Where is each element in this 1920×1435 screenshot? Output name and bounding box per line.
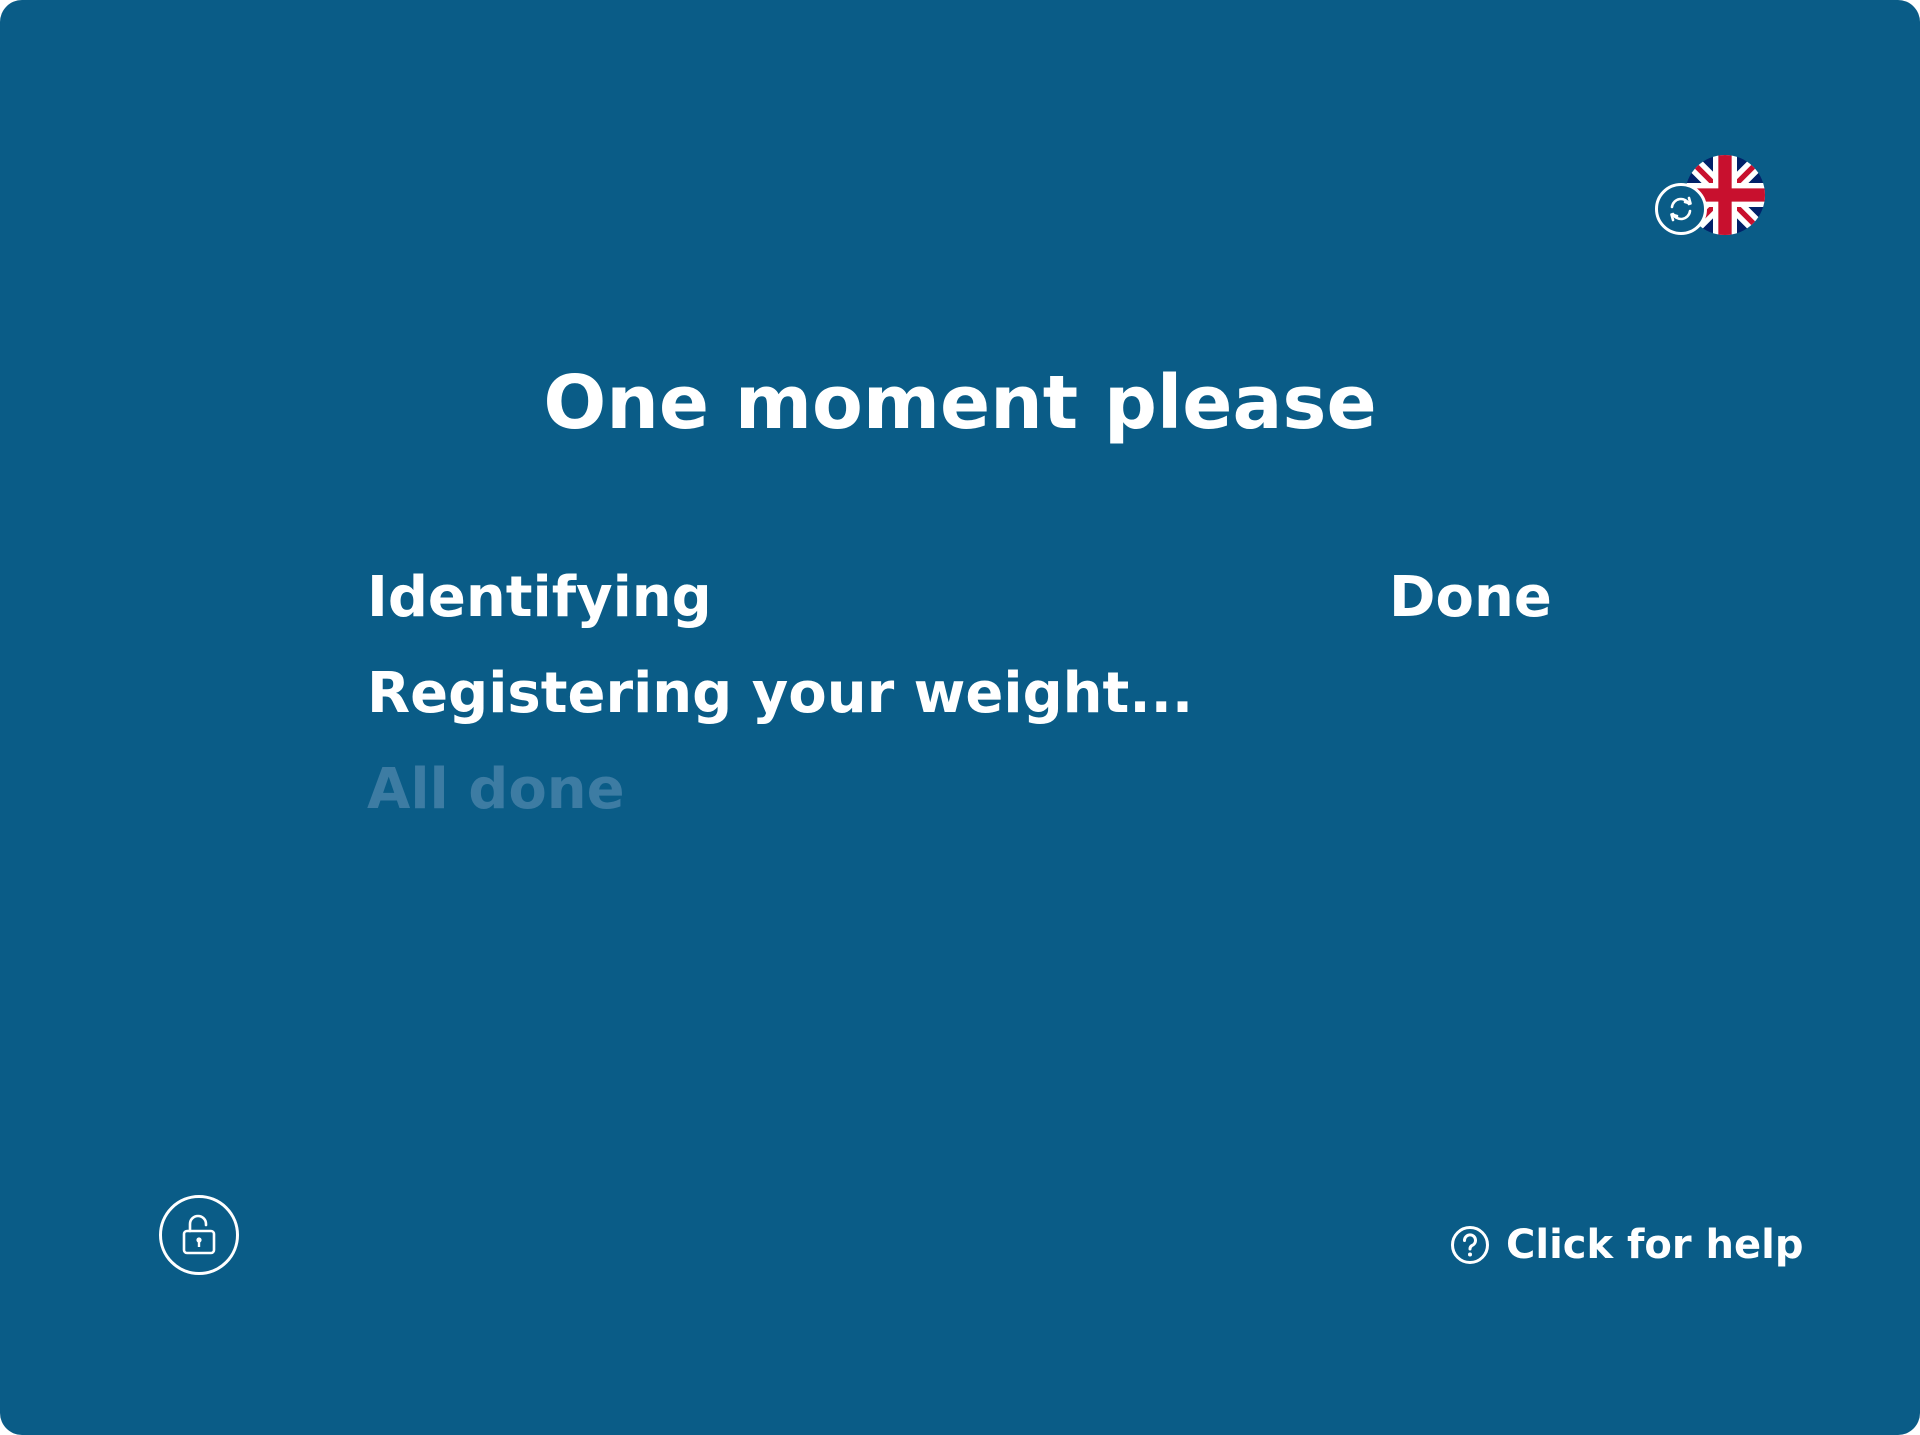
kiosk-screen: One moment please Identifying Done Regis… [0, 0, 1920, 1435]
unlock-button[interactable] [159, 1195, 239, 1275]
step-identifying: Identifying Done [367, 565, 1552, 661]
page-title: One moment please [543, 360, 1377, 446]
refresh-icon [1655, 183, 1707, 235]
step-state: Done [1389, 565, 1552, 630]
help-label: Click for help [1506, 1222, 1804, 1268]
step-all-done: All done [367, 757, 1547, 853]
progress-steps: Identifying Done Registering your weight… [367, 565, 1552, 853]
language-switcher[interactable] [1650, 150, 1770, 245]
question-circle-icon [1450, 1225, 1490, 1265]
help-button[interactable]: Click for help [1450, 1220, 1804, 1270]
step-label: Identifying [367, 565, 712, 630]
unlock-icon [182, 1214, 216, 1255]
step-registering-weight: Registering your weight... [367, 661, 1547, 757]
step-label: Registering your weight... [367, 661, 1194, 726]
step-label: All done [367, 757, 625, 822]
